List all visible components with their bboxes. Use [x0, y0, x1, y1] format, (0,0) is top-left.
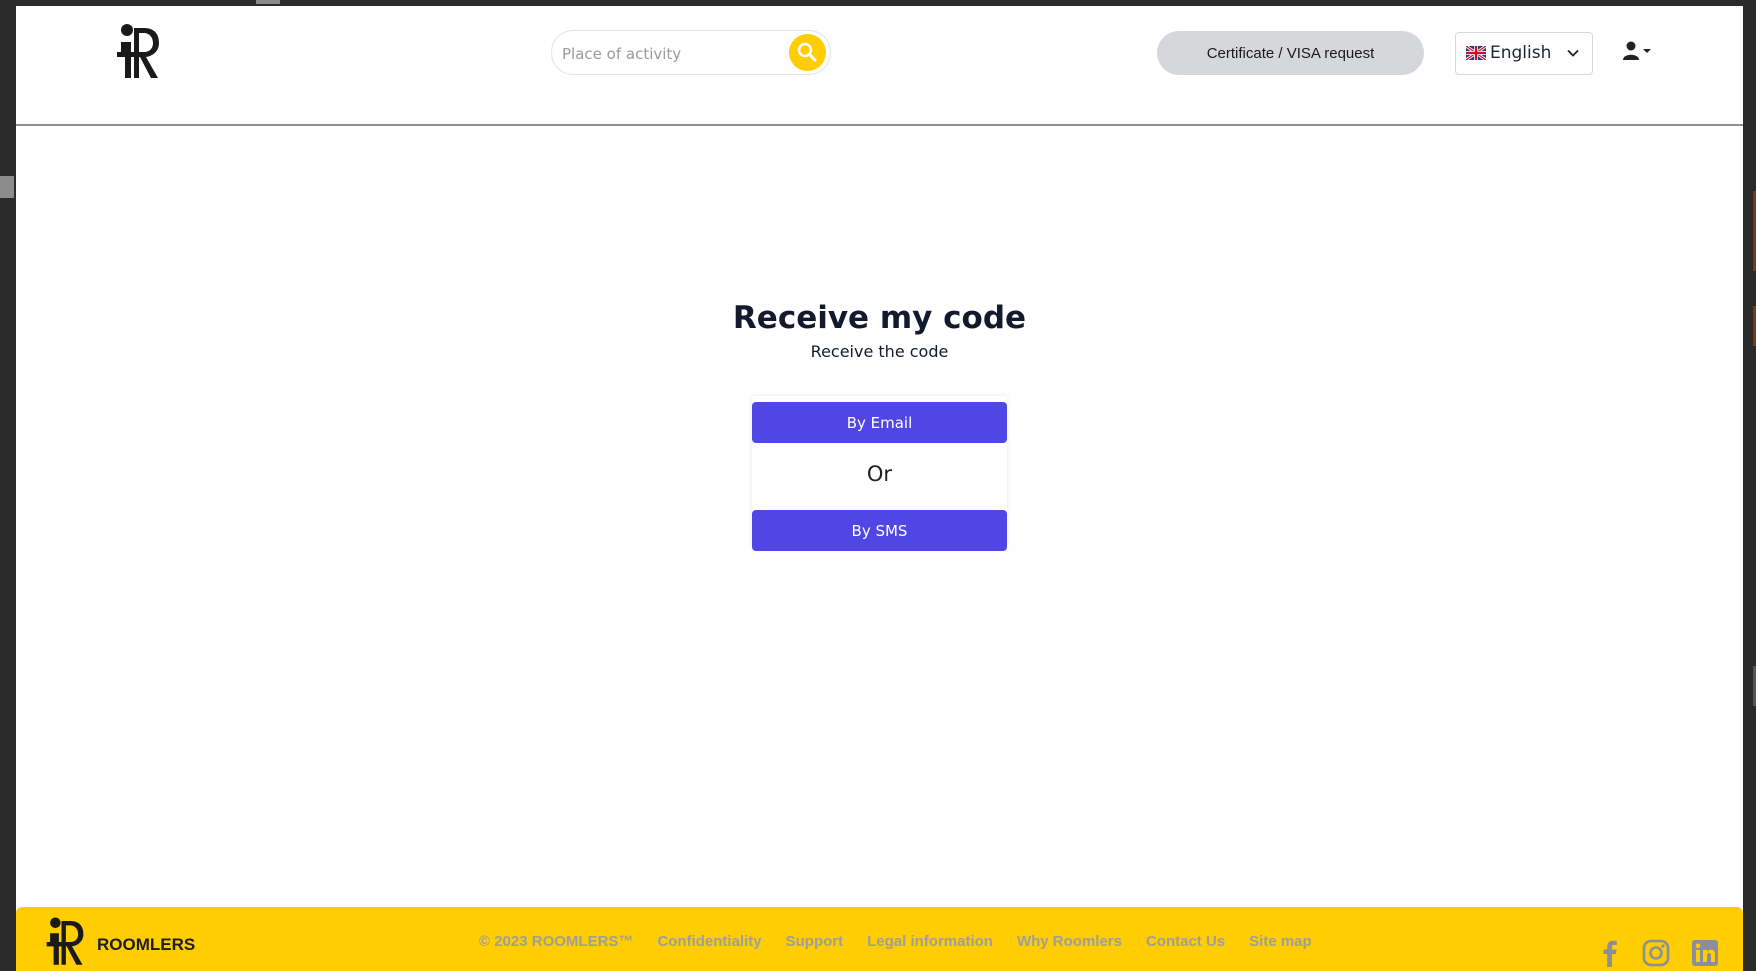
- chevron-down-icon: [1567, 49, 1579, 57]
- footer-link-contact-us[interactable]: Contact Us: [1146, 933, 1225, 950]
- facebook-icon[interactable]: [1596, 939, 1624, 967]
- search-button[interactable]: [789, 34, 826, 71]
- language-select[interactable]: English: [1455, 32, 1593, 75]
- uk-flag-icon: [1466, 46, 1486, 60]
- footer-link-why-roomlers[interactable]: Why Roomlers: [1017, 933, 1122, 950]
- browser-page: Certificate / VISA request English: [16, 6, 1743, 971]
- desktop-right-strip: [1743, 6, 1756, 971]
- certificate-visa-request-button[interactable]: Certificate / VISA request: [1157, 31, 1424, 75]
- footer-link-confidentiality[interactable]: Confidentiality: [657, 933, 761, 950]
- language-label: English: [1490, 43, 1552, 63]
- desktop-side-marker: [0, 176, 14, 198]
- user-icon: [1623, 41, 1651, 60]
- footer-link-site-map[interactable]: Site map: [1249, 933, 1312, 950]
- footer-link-support[interactable]: Support: [786, 933, 844, 950]
- page-title: Receive my code: [732, 300, 1027, 336]
- caret-down-icon: [1643, 49, 1651, 53]
- site-footer: ROOMLERS © 2023 ROOMLERS™ Confidentialit…: [16, 907, 1743, 971]
- user-menu-toggle[interactable]: [1621, 40, 1661, 64]
- search-input[interactable]: [560, 31, 784, 76]
- footer-link-legal-information[interactable]: Legal information: [867, 933, 993, 950]
- linkedin-icon[interactable]: [1691, 939, 1719, 967]
- footer-brand-name: ROOMLERS: [97, 935, 196, 954]
- footer-copyright: © 2023 ROOMLERS™: [479, 933, 634, 950]
- footer-links: © 2023 ROOMLERS™ Confidentiality Support…: [479, 933, 1312, 950]
- roomlers-logo[interactable]: [114, 22, 162, 82]
- instagram-icon[interactable]: [1642, 939, 1670, 967]
- by-email-button[interactable]: By Email: [752, 402, 1007, 443]
- footer-logo[interactable]: [44, 914, 86, 970]
- by-sms-button[interactable]: By SMS: [752, 510, 1007, 551]
- page-subtitle: Receive the code: [810, 342, 949, 361]
- site-header: Certificate / VISA request English: [16, 6, 1743, 126]
- search-icon: [797, 42, 817, 62]
- code-method-panel: By Email Or By SMS: [752, 396, 1007, 551]
- search-bar: [551, 30, 831, 76]
- or-divider: Or: [866, 462, 893, 486]
- desktop-top-marker: [256, 0, 280, 4]
